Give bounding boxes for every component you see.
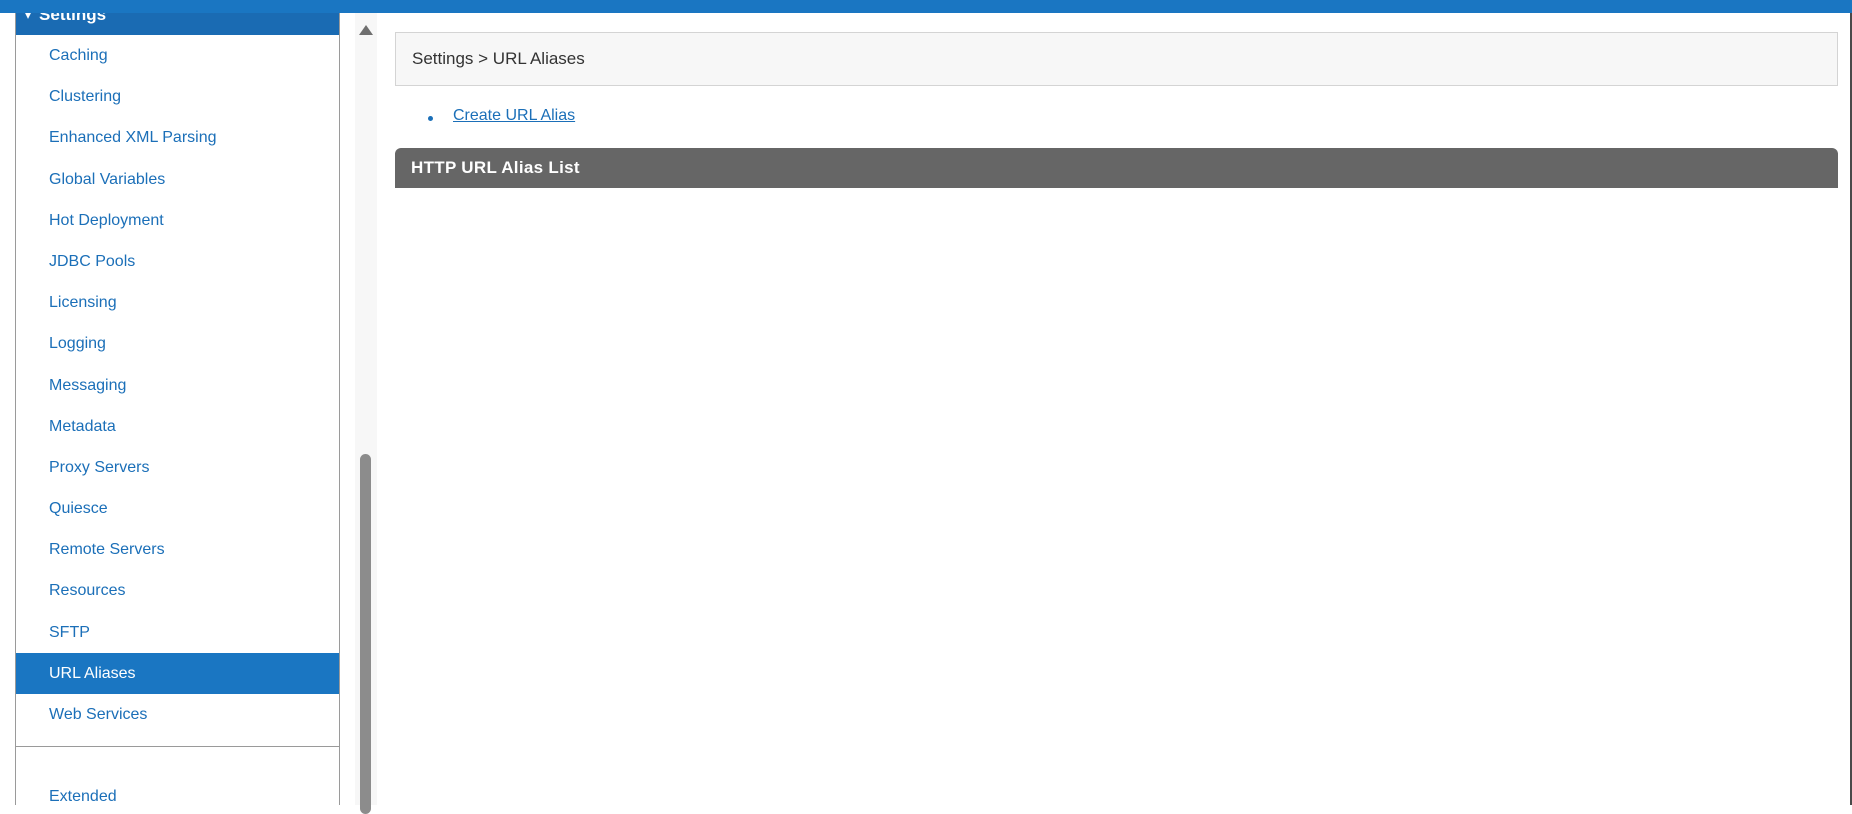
sidebar-item-resources[interactable]: Resources	[16, 570, 339, 611]
sidebar-item-list: Caching Clustering Enhanced XML Parsing …	[16, 35, 339, 735]
sidebar-item-sftp[interactable]: SFTP	[16, 612, 339, 653]
sidebar-item-caching[interactable]: Caching	[16, 35, 339, 76]
chevron-down-icon: ▾	[25, 13, 32, 22]
sidebar-item-licensing[interactable]: Licensing	[16, 282, 339, 323]
sidebar-item-metadata[interactable]: Metadata	[16, 406, 339, 447]
sidebar-item-logging[interactable]: Logging	[16, 323, 339, 364]
sidebar-item-hot-deployment[interactable]: Hot Deployment	[16, 200, 339, 241]
top-bar	[0, 0, 1852, 13]
sidebar-section-settings[interactable]: ▾ Settings	[16, 13, 339, 35]
sidebar-item-enhanced-xml-parsing[interactable]: Enhanced XML Parsing	[16, 117, 339, 158]
bullet-icon	[428, 116, 433, 121]
sidebar-item-remote-servers[interactable]: Remote Servers	[16, 529, 339, 570]
sidebar-nav: ▾ Settings Caching Clustering Enhanced XM…	[15, 13, 340, 805]
sidebar-item-web-services[interactable]: Web Services	[16, 694, 339, 735]
breadcrumb: Settings > URL Aliases	[395, 32, 1838, 86]
url-alias-list-header: HTTP URL Alias List	[395, 148, 1838, 188]
sidebar-item-url-aliases[interactable]: URL Aliases	[16, 652, 339, 694]
scroll-up-arrow-icon[interactable]	[359, 25, 373, 35]
sidebar-item-proxy-servers[interactable]: Proxy Servers	[16, 447, 339, 488]
sidebar-section-extended[interactable]: Extended	[49, 788, 117, 805]
sidebar-item-jdbc-pools[interactable]: JDBC Pools	[16, 241, 339, 282]
sidebar-item-clustering[interactable]: Clustering	[16, 76, 339, 117]
sidebar-section-title: Settings	[39, 13, 107, 24]
create-url-alias-link[interactable]: Create URL Alias	[453, 106, 575, 126]
sidebar-item-global-variables[interactable]: Global Variables	[16, 159, 339, 200]
sidebar-item-messaging[interactable]: Messaging	[16, 365, 339, 406]
scrollbar-thumb[interactable]	[360, 454, 371, 814]
sidebar-item-quiesce[interactable]: Quiesce	[16, 488, 339, 529]
sidebar-divider	[16, 746, 339, 747]
